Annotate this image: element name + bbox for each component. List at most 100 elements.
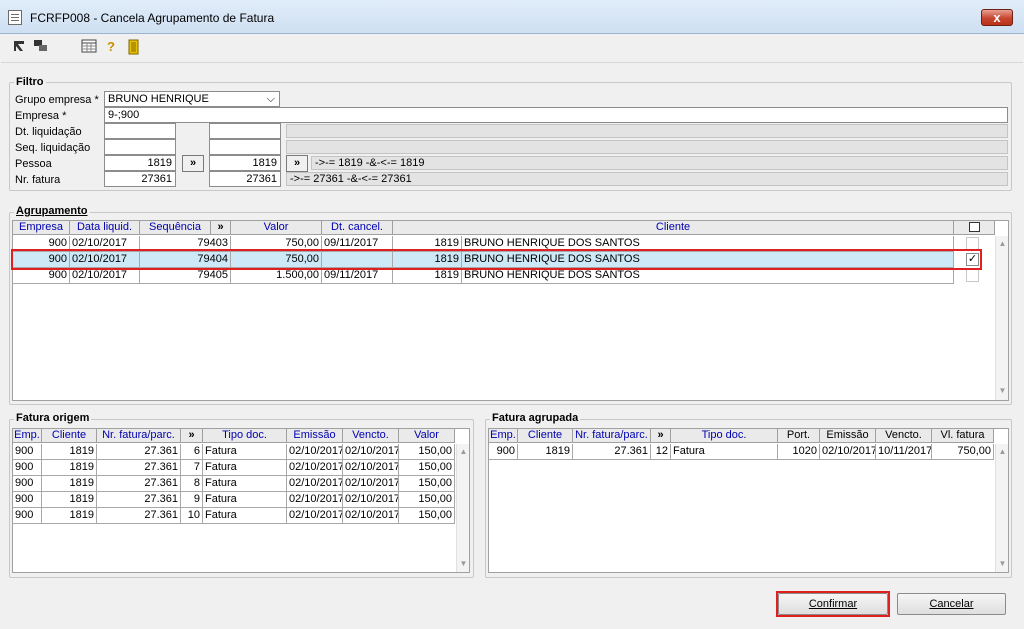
grupo-empresa-value: BRUNO HENRIQUE [108,93,209,105]
cell-emissao: 02/10/2017 [287,492,343,508]
scroll-down-icon[interactable]: ▼ [997,385,1008,396]
first-icon[interactable] [11,39,27,55]
scroll-down-icon[interactable]: ▼ [997,558,1008,569]
col-vl-fatura[interactable]: Vl. fatura [932,429,994,443]
col-vencto[interactable]: Vencto. [876,429,932,443]
grupo-empresa-select[interactable]: BRUNO HENRIQUE ⌵ [104,91,280,107]
scroll-up-icon[interactable]: ▲ [997,446,1008,457]
col-cliente[interactable]: Cliente [42,429,97,443]
col-sequencia[interactable]: Sequência [140,221,211,235]
cell-vencto: 02/10/2017 [343,476,399,492]
cell-vencto: 02/10/2017 [343,492,399,508]
pessoa-from[interactable]: 1819 [104,155,176,171]
row-checkbox[interactable] [966,269,979,282]
col-emissao[interactable]: Emissão [287,429,343,443]
table-row[interactable]: 900 1819 27.361 7 Fatura 02/10/2017 02/1… [13,460,455,476]
fatura-origem-scrollbar[interactable]: ▲ ▼ [456,444,469,572]
scroll-up-icon[interactable]: ▲ [458,446,469,457]
cell-parc: 12 [651,444,671,460]
col-emp[interactable]: Emp. [489,429,518,443]
nr-fatura-expr: ->-= 27361 -&-<-= 27361 [286,172,1008,186]
col-expand[interactable]: » [651,429,671,443]
table-row[interactable]: 900 1819 27.361 10 Fatura 02/10/2017 02/… [13,508,455,524]
chevron-down-icon: ⌵ [266,93,275,105]
col-data-liquid[interactable]: Data liquid. [70,221,140,235]
close-button[interactable]: x [981,9,1013,26]
table-row[interactable]: 900 1819 27.361 6 Fatura 02/10/2017 02/1… [13,444,455,460]
cell-valor: 150,00 [399,492,455,508]
col-emissao[interactable]: Emissão [820,429,876,443]
table-row[interactable]: 900 1819 27.361 9 Fatura 02/10/2017 02/1… [13,492,455,508]
seq-liquidacao-from[interactable] [104,139,176,155]
cell-emp: 900 [13,444,42,460]
col-nr-fatura[interactable]: Nr. fatura/parc. [573,429,651,443]
agrupamento-scrollbar[interactable]: ▲ ▼ [995,236,1008,400]
col-select[interactable] [954,221,995,235]
col-expand[interactable]: » [211,221,231,235]
col-tipo-doc[interactable]: Tipo doc. [203,429,287,443]
cell-cliente-codigo: 1819 [393,268,462,284]
seq-liquidacao-expr [286,140,1008,154]
seq-liquidacao-label: Seq. liquidação [15,142,91,154]
nr-fatura-from[interactable]: 27361 [104,171,176,187]
col-cliente[interactable]: Cliente [393,221,954,235]
cell-cliente: 1819 [42,444,97,460]
cell-nr: 27.361 [97,444,181,460]
seq-liquidacao-to[interactable] [209,139,281,155]
cell-tipo: Fatura [203,492,287,508]
exit-door-icon[interactable] [126,39,142,55]
cell-tipo: Fatura [203,508,287,524]
table-row[interactable]: 900 1819 27.361 12 Fatura 1020 02/10/201… [489,444,994,460]
col-nr-fatura[interactable]: Nr. fatura/parc. [97,429,181,443]
cell-parc: 6 [181,444,203,460]
cell-emissao: 02/10/2017 [287,444,343,460]
cell-tipo: Fatura [203,460,287,476]
cancelar-label: Cancelar [929,598,974,610]
col-empresa[interactable]: Empresa [13,221,70,235]
cell-vencto: 02/10/2017 [343,444,399,460]
cell-tipo: Fatura [671,444,778,460]
calendar-grid-icon[interactable] [81,39,97,55]
cell-valor: 150,00 [399,476,455,492]
cell-parc: 7 [181,460,203,476]
pessoa-range-button[interactable]: » [182,155,204,172]
empresa-field[interactable]: 9-;900 [104,107,1008,123]
pessoa-expr-button[interactable]: » [286,155,308,172]
filtro-title: Filtro [14,76,46,88]
select-all-checkbox[interactable] [968,222,980,232]
help-icon[interactable]: ? [103,39,119,55]
scroll-down-icon[interactable]: ▼ [458,558,469,569]
nr-fatura-to[interactable]: 27361 [209,171,281,187]
col-emp[interactable]: Emp. [13,429,42,443]
cell-nr: 27.361 [97,508,181,524]
col-vencto[interactable]: Vencto. [343,429,399,443]
cell-cliente: 1819 [42,508,97,524]
pessoa-to[interactable]: 1819 [209,155,281,171]
col-port[interactable]: Port. [778,429,820,443]
dt-liquidacao-to[interactable] [209,123,281,139]
fatura-agrupada-grid: Emp. Cliente Nr. fatura/parc. » Tipo doc… [488,428,1009,573]
cancelar-button[interactable]: Cancelar [897,593,1006,615]
col-tipo-doc[interactable]: Tipo doc. [671,429,778,443]
table-row[interactable]: 900 1819 27.361 8 Fatura 02/10/2017 02/1… [13,476,455,492]
cell-emissao: 02/10/2017 [820,444,876,460]
navigate-icon[interactable] [33,39,49,55]
col-dt-cancel[interactable]: Dt. cancel. [322,221,393,235]
table-row[interactable]: 900 02/10/2017 79405 1.500,00 09/11/2017… [13,268,954,284]
col-valor[interactable]: Valor [399,429,455,443]
col-expand[interactable]: » [181,429,203,443]
cell-cliente-nome: BRUNO HENRIQUE DOS SANTOS [462,268,954,284]
col-valor[interactable]: Valor [231,221,322,235]
cell-valor: 150,00 [399,460,455,476]
cell-sequencia: 79405 [140,268,231,284]
dt-liquidacao-label: Dt. liquidação [15,126,82,138]
fatura-origem-grid: Emp. Cliente Nr. fatura/parc. » Tipo doc… [12,428,470,573]
fatura-agrupada-scrollbar[interactable]: ▲ ▼ [995,444,1008,572]
dt-liquidacao-from[interactable] [104,123,176,139]
cell-emp: 900 [13,476,42,492]
selected-row-highlight [11,249,982,270]
cell-emissao: 02/10/2017 [287,460,343,476]
scroll-up-icon[interactable]: ▲ [997,238,1008,249]
cell-tipo: Fatura [203,444,287,460]
col-cliente[interactable]: Cliente [518,429,573,443]
